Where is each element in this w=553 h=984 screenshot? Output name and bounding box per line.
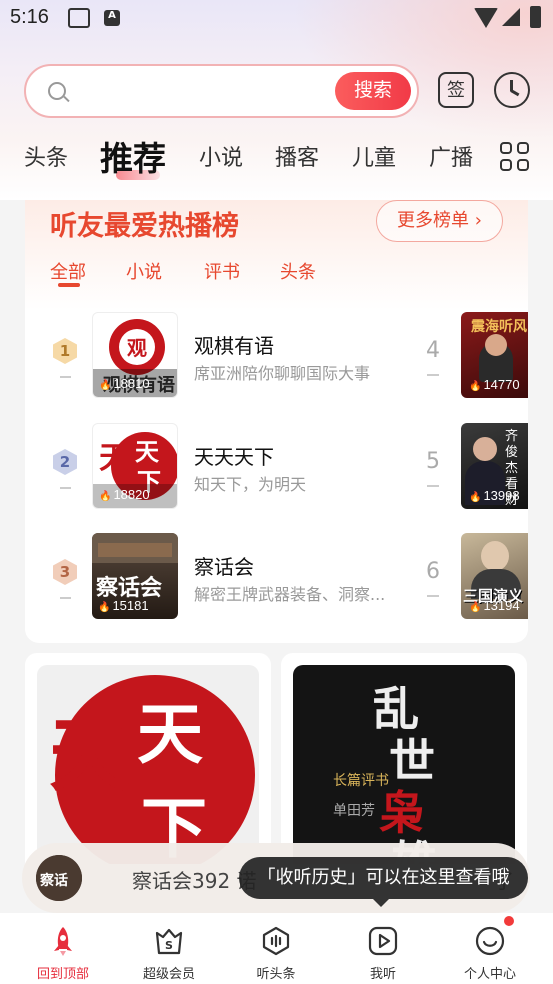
rank-trend-dash — [427, 485, 439, 487]
rank-badge-gold: 1 — [53, 338, 77, 378]
svg-text:察话: 察话 — [40, 872, 68, 889]
svg-text:天: 天 — [99, 441, 129, 476]
rank-badge-bronze: 3 — [53, 559, 77, 599]
svg-text:长篇评书: 长篇评书 — [333, 773, 389, 789]
svg-text:枭: 枭 — [379, 786, 425, 840]
signal-icon — [502, 8, 520, 26]
play-count: 18820 — [99, 487, 149, 502]
play-count: 18810 — [99, 376, 149, 391]
history-tooltip[interactable]: 「收听历史」可以在这里查看哦 — [239, 857, 528, 907]
search-icon — [48, 82, 66, 100]
mini-player-cover[interactable]: 察话 — [36, 855, 82, 901]
wifi-icon — [474, 8, 498, 28]
tab-podcast[interactable]: 播客 — [275, 140, 319, 172]
nav-my-listening[interactable]: 我听 — [333, 919, 433, 982]
side-album-cover[interactable]: 齐俊杰 看财经 13998 — [461, 423, 528, 509]
tab-novel[interactable]: 小说 — [199, 140, 243, 172]
svg-text:天: 天 — [135, 438, 159, 466]
album-cover[interactable]: 察话会 15181 — [92, 533, 178, 619]
item-title: 天天天下 — [194, 445, 274, 469]
svg-text:S: S — [165, 939, 173, 952]
svg-text:天: 天 — [49, 709, 129, 802]
recommend-card[interactable]: 乱 世 枭 雄 长篇评书 单田芳 — [281, 653, 527, 864]
side-album-cover[interactable]: 震海听风 14770 — [461, 312, 528, 398]
audio-wave-icon — [262, 926, 290, 956]
history-clock-icon[interactable] — [494, 72, 530, 108]
side-rank-number: 6 — [426, 559, 440, 584]
card-cover[interactable]: 乱 世 枭 雄 长篇评书 单田芳 — [293, 665, 515, 864]
rank-trend-dash — [427, 595, 439, 597]
nav-label: 个人中心 — [463, 967, 516, 982]
app-notification-icon: A — [104, 10, 120, 26]
album-cover[interactable]: 天 天 下 18820 — [92, 423, 178, 509]
item-description: 解密王牌武器装备、洞察... — [194, 585, 386, 604]
item-description: 席亚洲陪你聊聊国际大事 — [194, 364, 371, 383]
status-time: 5:16 — [10, 6, 49, 28]
rank-trend-dash — [427, 374, 439, 376]
item-title: 察话会 — [194, 555, 254, 579]
item-title: 观棋有语 — [194, 334, 274, 358]
hot-ranking-card: 听友最爱热播榜 更多榜单 › 全部 小说 评书 头条 1 观 观棋有语 1881… — [25, 200, 528, 643]
status-bar: 5:16 A — [0, 0, 553, 40]
nav-label: 我听 — [369, 967, 396, 982]
search-input[interactable]: 搜索 — [24, 64, 419, 118]
recommend-card[interactable]: 天 天 下 — [25, 653, 271, 864]
nav-listen-headlines[interactable]: 听头条 — [226, 919, 326, 982]
battery-icon — [530, 6, 541, 28]
side-cover-title: 震海听风 — [471, 319, 527, 335]
ranking-tab-all[interactable]: 全部 — [50, 258, 86, 284]
nav-label: 听头条 — [256, 967, 296, 982]
side-play-count: 13194 — [469, 598, 519, 613]
tab-radio[interactable]: 广播 — [429, 140, 473, 172]
svg-text:世: 世 — [389, 734, 435, 788]
search-button[interactable]: 搜索 — [335, 72, 411, 110]
ranking-row[interactable]: 3 察话会 15181 察话会 解密王牌武器装备、洞察... 6 三国演义 13… — [25, 533, 528, 621]
tab-headlines[interactable]: 头条 — [24, 140, 68, 172]
svg-text:天: 天 — [137, 696, 203, 773]
ranking-row[interactable]: 1 观 观棋有语 18810 观棋有语 席亚洲陪你聊聊国际大事 4 震海听风 — [25, 312, 528, 400]
tab-children[interactable]: 儿童 — [352, 140, 396, 172]
category-tabs: 头条 推荐 小说 播客 儿童 广播 — [0, 130, 553, 180]
svg-text:单田芳: 单田芳 — [333, 802, 375, 819]
ranking-row[interactable]: 2 天 天 下 18820 天天天下 知天下，为明天 5 齐俊杰 看 — [25, 423, 528, 511]
nav-super-vip[interactable]: S 超级会员 — [119, 919, 219, 982]
nav-label: 回到顶部 — [36, 967, 89, 982]
ranking-tab-headlines[interactable]: 头条 — [280, 258, 316, 284]
nav-back-to-top[interactable]: 回到顶部 — [13, 919, 113, 982]
rocket-icon — [54, 927, 72, 956]
nav-personal-center[interactable]: 个人中心 — [440, 919, 540, 982]
svg-text:乱: 乱 — [373, 682, 419, 736]
item-description: 知天下，为明天 — [194, 475, 307, 494]
ranking-title: 听友最爱热播榜 — [50, 211, 239, 242]
now-playing-title: 察话会392 诺 — [132, 869, 257, 893]
vip-crown-icon: S — [155, 928, 183, 955]
card-cover[interactable]: 天 天 下 — [37, 665, 259, 864]
side-play-count: 14770 — [469, 377, 519, 392]
album-cover[interactable]: 观 观棋有语 18810 — [92, 312, 178, 398]
svg-text:观: 观 — [127, 336, 147, 360]
notification-icon — [68, 8, 90, 28]
notification-dot — [504, 916, 514, 926]
side-play-count: 13998 — [469, 488, 519, 503]
ranking-tab-novel[interactable]: 小说 — [126, 258, 162, 284]
rank-badge-silver: 2 — [53, 449, 77, 489]
ranking-tab-storytelling[interactable]: 评书 — [204, 258, 240, 284]
smile-icon — [475, 926, 505, 956]
tab-recommend[interactable]: 推荐 — [100, 132, 166, 180]
play-icon — [368, 926, 398, 956]
nav-label: 超级会员 — [142, 967, 195, 982]
all-categories-icon[interactable] — [500, 142, 530, 172]
side-rank-number: 5 — [426, 449, 440, 474]
ranking-tab-indicator — [58, 283, 80, 287]
sign-in-button[interactable]: 签 — [438, 72, 474, 108]
feed-content: 听友最爱热播榜 更多榜单 › 全部 小说 评书 头条 1 观 观棋有语 1881… — [0, 200, 553, 864]
side-album-cover[interactable]: 三国演义 13194 — [461, 533, 528, 619]
bottom-navigation: 回到顶部 S 超级会员 听头条 我听 个人中心 — [0, 913, 553, 984]
more-rankings-button[interactable]: 更多榜单 › — [376, 200, 503, 242]
side-rank-number: 4 — [426, 338, 440, 363]
play-count: 15181 — [98, 598, 148, 613]
